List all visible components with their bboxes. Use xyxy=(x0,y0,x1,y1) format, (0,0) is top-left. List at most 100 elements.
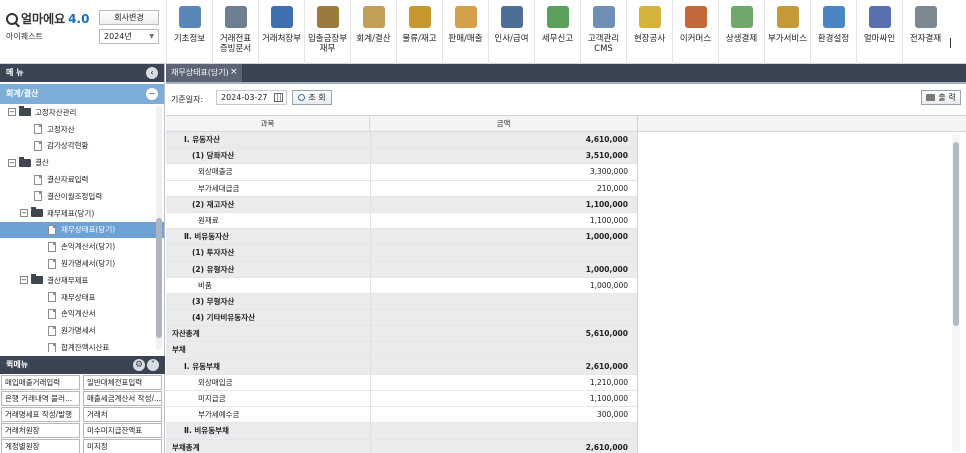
top-bar: 얼마에요 4.0 아이퀘스트 회사변경 2024년 ▼ 기초정보 거래전표 증빙문… xyxy=(0,0,966,64)
calendar-icon[interactable] xyxy=(274,93,283,102)
collapse-toggle-icon[interactable]: − xyxy=(20,276,28,285)
tree-item[interactable]: 손익계산서(당기) xyxy=(0,238,164,255)
column-header-amount[interactable]: 금액 xyxy=(370,116,638,132)
column-header-account[interactable]: 과목 xyxy=(166,116,370,132)
table-row[interactable]: (2) 재고자산 1,100,000 xyxy=(166,196,638,213)
table-row[interactable]: 외상매출금 3,300,000 xyxy=(166,164,638,181)
quick-menu-button[interactable]: 일반대체전표입력 xyxy=(83,375,162,390)
table-row[interactable]: Ⅰ. 유동자산 4,610,000 xyxy=(166,132,638,149)
menu-item-label: 입출금장부 재무 xyxy=(307,34,348,54)
amount-cell: 1,100,000 xyxy=(370,212,634,229)
menu-item-0[interactable]: 기초정보 xyxy=(166,0,212,64)
menu-item-7[interactable]: 인사/급여 xyxy=(488,0,534,64)
menu-item-3[interactable]: 입출금장부 재무 xyxy=(304,0,350,64)
menu-item-15[interactable]: 얼마싸인 xyxy=(856,0,902,64)
quick-menu-button[interactable]: 거래명세표 작성/발행 xyxy=(1,407,80,422)
menu-item-13[interactable]: 부가서비스 xyxy=(764,0,810,64)
table-row[interactable]: 미지급금 1,100,000 xyxy=(166,391,638,408)
collapse-toggle-icon[interactable]: − xyxy=(8,158,16,167)
grid-header: 과목 금액 xyxy=(166,116,966,132)
collapse-toggle-icon[interactable]: − xyxy=(8,108,16,117)
table-row[interactable]: 비품 1,000,000 xyxy=(166,277,638,294)
menu-item-10[interactable]: 현장공사 xyxy=(626,0,672,64)
tree-scrollbar-thumb[interactable] xyxy=(156,218,162,338)
table-row[interactable]: 부채총계 2,610,000 xyxy=(166,439,638,453)
print-button[interactable]: 출 력 xyxy=(921,90,961,105)
menu-item-5[interactable]: 물류/재고 xyxy=(396,0,442,64)
quick-menu-button[interactable]: 계정별원장 xyxy=(1,439,80,453)
menu-item-12[interactable]: 상생결제 xyxy=(718,0,764,64)
tree-item-label: 고정자산 xyxy=(47,124,75,134)
collapse-sidebar-icon[interactable]: ‹ xyxy=(146,67,158,79)
table-row[interactable]: Ⅱ. 비유동부채 xyxy=(166,423,638,440)
quick-menu-grid: 매입매출거래입력 일반대체전표입력 은행 거래내역 불러... 매출세금계산서 작성/… xyxy=(1,375,163,453)
amount-cell: 2,610,000 xyxy=(370,439,634,453)
tree-item-label: 결산자료입력 xyxy=(47,175,89,185)
quick-menu-button[interactable]: 매입매출거래입력 xyxy=(1,375,80,390)
menu-item-2[interactable]: 거래처장부 xyxy=(258,0,304,64)
tree-item[interactable]: 결산이월조정입력 xyxy=(0,188,164,205)
quick-menu-button[interactable]: 미수미지급잔액표 xyxy=(83,423,162,438)
tree-item[interactable]: 원가명세서 xyxy=(0,322,164,339)
table-row[interactable]: Ⅱ. 비유동자산 1,000,000 xyxy=(166,229,638,246)
quick-menu-button[interactable]: 거래처 xyxy=(83,407,162,422)
tree-item[interactable]: 재무상태표(당기) xyxy=(0,221,164,239)
quick-menu-button[interactable]: 은행 거래내역 불러... xyxy=(1,391,80,406)
tree-scrollbar[interactable] xyxy=(156,106,162,350)
quick-menu-button[interactable]: 미지정 xyxy=(83,439,162,453)
grid-scrollbar-thumb[interactable] xyxy=(953,142,959,326)
menu-item-16[interactable]: 전자결재 xyxy=(902,0,948,64)
table-row[interactable]: 외상매입금 1,210,000 xyxy=(166,374,638,391)
menu-item-4[interactable]: 회계/결산 xyxy=(350,0,396,64)
forklift-box-icon xyxy=(408,6,431,28)
tree-item[interactable]: 감가상각현황 xyxy=(0,138,164,155)
menu-item-14[interactable]: 환경설정 xyxy=(810,0,856,64)
year-select[interactable]: 2024년 ▼ xyxy=(99,29,159,44)
sidebar-header: 메 뉴 ‹ xyxy=(0,64,164,82)
collapse-section-icon[interactable]: − xyxy=(146,88,158,100)
table-row[interactable]: 부채 xyxy=(166,342,638,359)
amount-cell: 1,100,000 xyxy=(370,196,634,213)
gear-icon[interactable]: ⚙ xyxy=(133,359,145,371)
folder-icon xyxy=(31,274,43,285)
logo-version: 4.0 xyxy=(68,11,90,26)
grid-scrollbar[interactable] xyxy=(952,134,960,452)
quick-menu-button[interactable]: 매출세금계산서 작성/... xyxy=(83,391,162,406)
tree-item[interactable]: − 결산 xyxy=(0,154,164,171)
tree-item[interactable]: 손익계산서 xyxy=(0,306,164,323)
menu-item-9[interactable]: 고객관리 CMS xyxy=(580,0,626,64)
table-row[interactable]: 원재료 1,100,000 xyxy=(166,212,638,230)
quick-menu-button[interactable]: 거래처원장 xyxy=(1,423,80,438)
change-company-button[interactable]: 회사변경 xyxy=(99,10,159,25)
menu-item-11[interactable]: 이커머스 xyxy=(672,0,718,64)
close-tab-icon[interactable]: × xyxy=(230,64,238,82)
tree-item[interactable]: 결산자료입력 xyxy=(0,171,164,188)
table-row[interactable]: (2) 유형자산 1,000,000 xyxy=(166,261,638,278)
table-row[interactable]: (4) 기타비유동자산 xyxy=(166,310,638,327)
menu-item-6[interactable]: 판매/매출 xyxy=(442,0,488,64)
tree-item[interactable]: − 재무제표(당기) xyxy=(0,205,164,222)
table-row[interactable]: 부가세대급금 210,000 xyxy=(166,180,638,197)
tree-item[interactable]: − 결산재무제표 xyxy=(0,272,164,289)
tree-item[interactable]: 재무상태표 xyxy=(0,289,164,306)
menu-item-1[interactable]: 거래전표 증빙문서 xyxy=(212,0,258,64)
table-row[interactable]: (3) 무형자산 xyxy=(166,293,638,311)
table-row[interactable]: Ⅰ. 유동부채 2,610,000 xyxy=(166,358,638,375)
tree-item[interactable]: 고정자산 xyxy=(0,121,164,138)
table-row[interactable]: (1) 투자자산 xyxy=(166,245,638,262)
collapse-toggle-icon[interactable]: − xyxy=(20,209,28,218)
menu-item-label: 거래전표 증빙문서 xyxy=(219,34,252,54)
menu-item-8[interactable]: 세무신고 xyxy=(534,0,580,64)
collapse-quick-menu-icon[interactable]: ˅ xyxy=(147,359,159,371)
tree-item[interactable]: − 고정자산관리 xyxy=(0,104,164,121)
table-row[interactable]: (1) 당좌자산 3,510,000 xyxy=(166,148,638,165)
tree-item[interactable]: 합계잔액시산표 xyxy=(0,339,164,352)
search-button[interactable]: 조 회 xyxy=(292,90,332,105)
sidebar-title: 메 뉴 xyxy=(6,68,24,77)
table-row[interactable]: 부가세예수금 300,000 xyxy=(166,407,638,424)
tree-item[interactable]: 원가명세서(당기) xyxy=(0,255,164,272)
sidebar-section-header[interactable]: 회계/결산 − xyxy=(0,84,164,104)
account-name-cell: 외상매출금 xyxy=(198,167,233,177)
base-date-input[interactable]: 2024-03-27 xyxy=(216,90,287,105)
table-row[interactable]: 자산총계 5,610,000 xyxy=(166,326,638,343)
